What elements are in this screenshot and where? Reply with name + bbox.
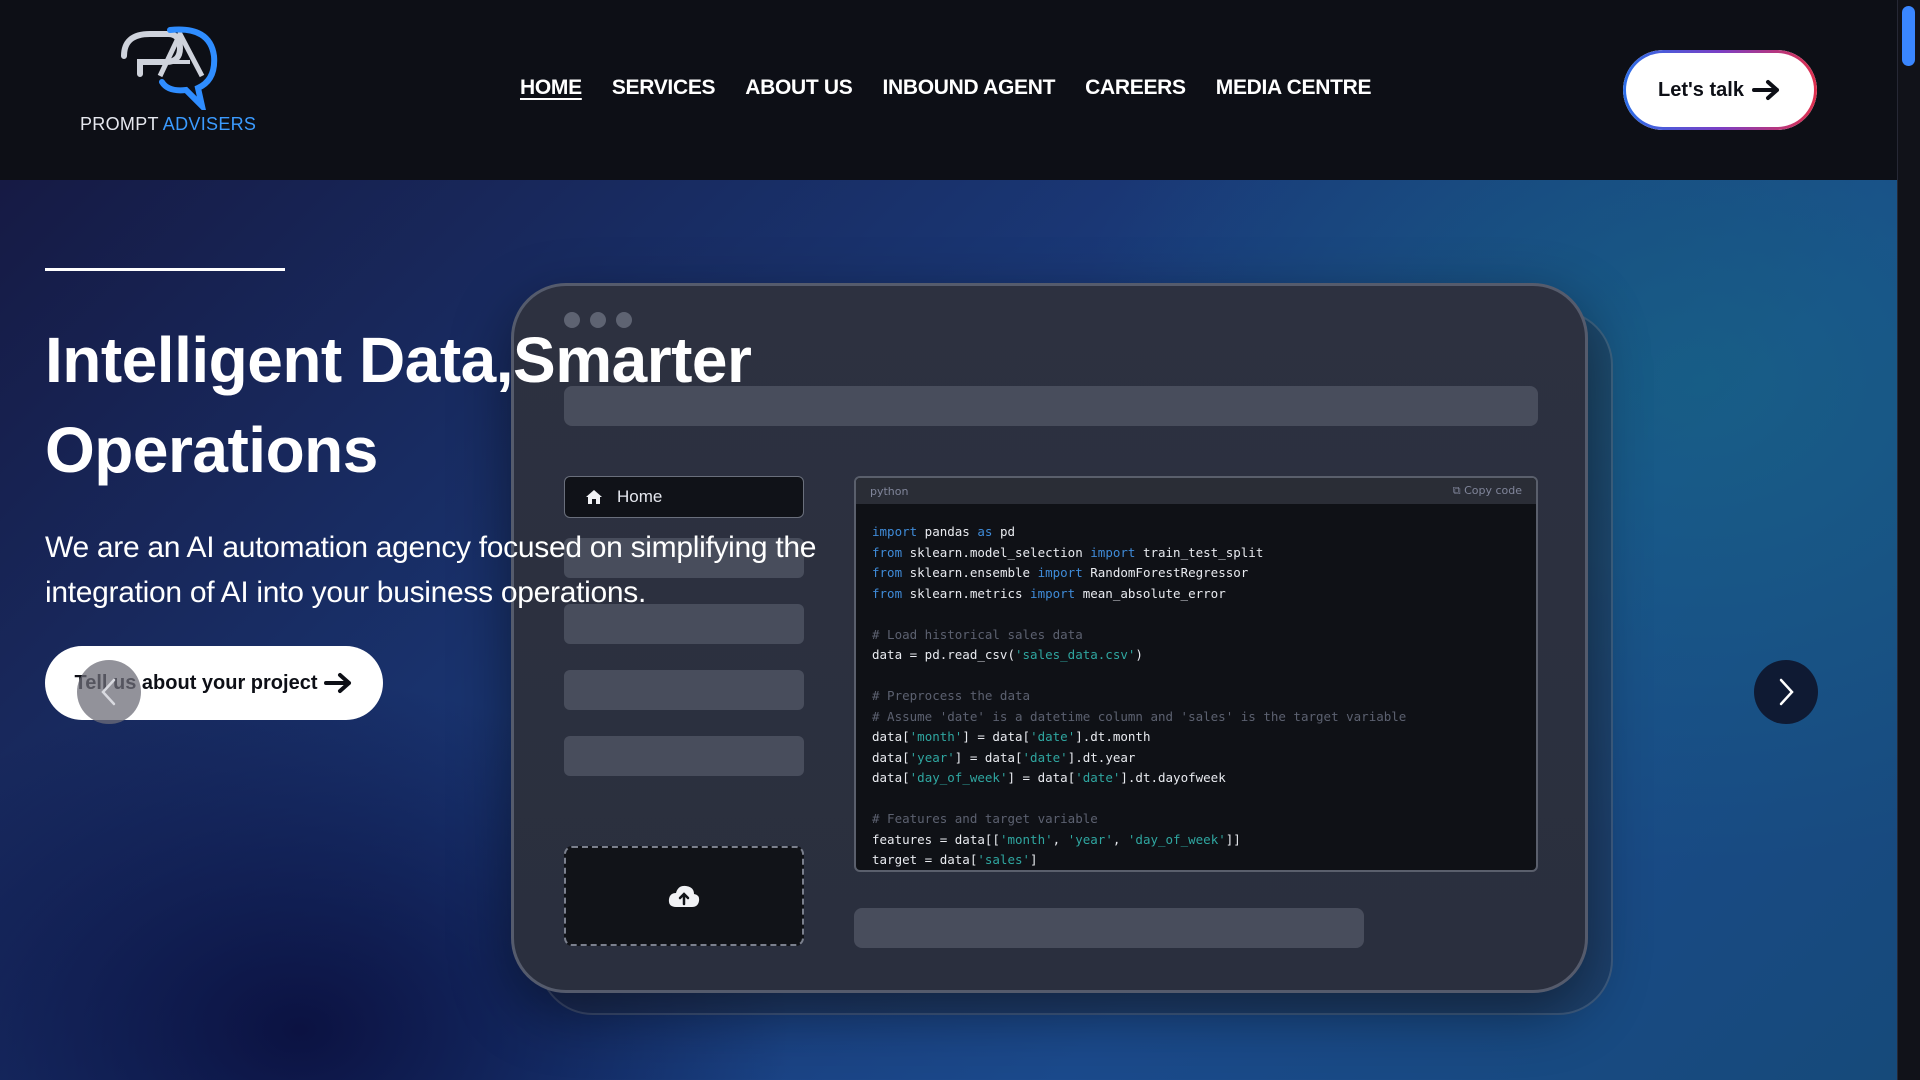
- scrollbar-thumb[interactable]: [1902, 6, 1915, 66]
- nav-item-careers[interactable]: CAREERS: [1085, 76, 1186, 100]
- mockup-upload-box: [564, 846, 804, 946]
- nav-item-services[interactable]: SERVICES: [612, 76, 716, 100]
- page-scrollbar[interactable]: [1897, 0, 1920, 1080]
- code-panel-header: python ⧉ Copy code: [856, 478, 1536, 504]
- copy-code-text: Copy code: [1464, 484, 1522, 497]
- arrow-right-icon: [1751, 80, 1779, 100]
- logo-mark-icon: [121, 26, 218, 110]
- hero-subtitle: We are an AI automation agency focused o…: [45, 531, 817, 609]
- mockup-bottom-bar: [854, 908, 1364, 948]
- cloud-upload-icon: [668, 885, 700, 907]
- main-nav: HOME SERVICES ABOUT US INBOUND AGENT CAR…: [520, 76, 1372, 100]
- brand-name-part2: ADVISERS: [162, 114, 257, 134]
- hero-divider: [45, 268, 285, 271]
- site-header: PROMPT ADVISERS HOME SERVICES ABOUT US I…: [0, 0, 1897, 180]
- nav-item-home[interactable]: HOME: [520, 76, 582, 100]
- copy-code-label: ⧉ Copy code: [1452, 484, 1522, 497]
- code-snippet: import pandas as pd from sklearn.model_s…: [872, 524, 1407, 867]
- carousel-prev-button[interactable]: [77, 660, 141, 724]
- nav-item-inbound-agent[interactable]: INBOUND AGENT: [883, 76, 1056, 100]
- mockup-sidebar-placeholder: [564, 670, 804, 710]
- brand-name: PROMPT ADVISERS: [80, 114, 256, 135]
- mockup-code-panel: python ⧉ Copy code import pandas as pd f…: [854, 476, 1538, 872]
- hero-title: Intelligent Data,Smarter Operations: [45, 324, 752, 486]
- code-language-label: python: [870, 484, 909, 498]
- lets-talk-button[interactable]: Let's talk: [1623, 50, 1817, 130]
- carousel-next-button[interactable]: [1754, 660, 1818, 724]
- chevron-right-icon: [1779, 678, 1794, 706]
- brand-logo[interactable]: PROMPT ADVISERS: [80, 26, 256, 146]
- nav-item-media-centre[interactable]: MEDIA CENTRE: [1216, 76, 1372, 100]
- lets-talk-label: Let's talk: [1658, 78, 1744, 101]
- brand-name-part1: PROMPT: [80, 114, 159, 134]
- arrow-right-icon: [323, 673, 351, 693]
- nav-item-about-us[interactable]: ABOUT US: [745, 76, 853, 100]
- hero-section: Home python ⧉ Copy code import pandas as…: [0, 180, 1897, 1080]
- chevron-left-icon: [101, 678, 116, 706]
- mockup-sidebar-placeholder: [564, 736, 804, 776]
